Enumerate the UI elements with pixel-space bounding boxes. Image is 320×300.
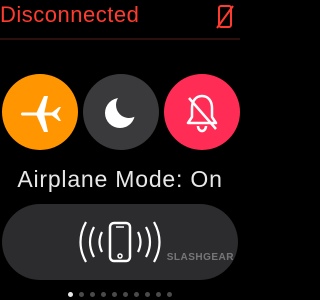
phone-disconnected-icon xyxy=(216,5,234,29)
page-dot xyxy=(167,292,172,297)
page-indicator xyxy=(0,292,240,298)
page-dot xyxy=(112,292,117,297)
page-dot xyxy=(123,292,128,297)
page-dot xyxy=(156,292,161,297)
slashgear-watermark: SLASHGEAR xyxy=(166,252,234,263)
page-dot xyxy=(134,292,139,297)
do-not-disturb-toggle[interactable] xyxy=(83,74,159,150)
header-divider xyxy=(0,38,240,40)
ping-phone-icon xyxy=(79,221,161,263)
connection-status: Disconnected xyxy=(0,2,140,27)
moon-icon xyxy=(105,98,135,128)
glance-screen: Disconnected Airplane Mode: On SLASHGEAR xyxy=(0,0,240,300)
airplane-mode-label: Airplane Mode: On xyxy=(17,166,223,192)
page-dot xyxy=(101,292,106,297)
silent-mode-toggle[interactable] xyxy=(164,74,240,150)
page-dot xyxy=(79,292,84,297)
airplane-mode-toggle[interactable] xyxy=(2,74,78,150)
ping-iphone-button[interactable] xyxy=(2,204,238,280)
airplane-icon xyxy=(21,96,61,132)
bell-slash-icon xyxy=(186,94,218,133)
page-dot xyxy=(145,292,150,297)
page-dot xyxy=(90,292,95,297)
page-dot xyxy=(68,292,73,297)
